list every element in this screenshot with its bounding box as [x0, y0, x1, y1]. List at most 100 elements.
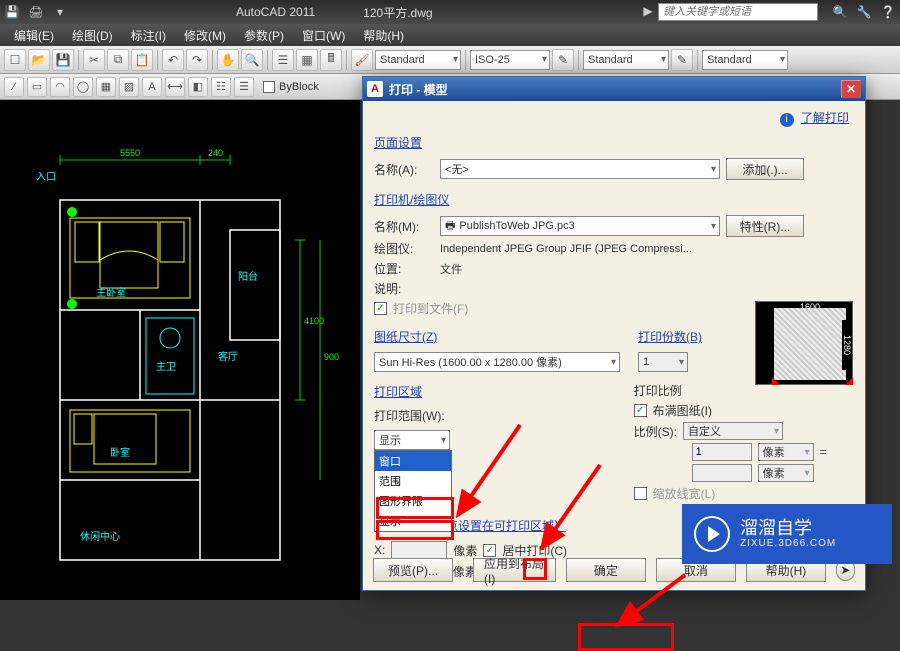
- where-value: 文件: [440, 261, 462, 277]
- watermark-brand: 溜溜自学: [740, 519, 836, 539]
- range-option-extents[interactable]: 范围: [375, 471, 451, 491]
- copies-spinner[interactable]: 1: [638, 352, 688, 372]
- menu-modify[interactable]: 修改(M): [176, 25, 234, 46]
- tool-save-icon[interactable]: 💾: [52, 49, 74, 71]
- watermark-sub: ZIXUE.3D66.COM: [740, 538, 836, 549]
- byblock-check[interactable]: ByBlock: [263, 81, 319, 93]
- range-option-limits[interactable]: 图形界限: [375, 491, 451, 511]
- t2-hatch-icon[interactable]: ▨: [119, 77, 139, 97]
- offset-x-input[interactable]: [391, 541, 447, 559]
- drawing-viewport[interactable]: 5550 240 入口 主卧室 阳台 主卫 客厅 卧室 休闲中心 4100 90…: [0, 100, 360, 600]
- menu-parametric[interactable]: 参数(P): [236, 25, 292, 46]
- fit-label: 布满图纸(I): [653, 402, 712, 419]
- fit-check[interactable]: [634, 404, 647, 417]
- highlight-ok-button: [578, 623, 674, 651]
- room-bath: 主卫: [156, 361, 176, 373]
- print-range-dropdown[interactable]: 窗口 范围 图形界限 显示: [374, 450, 452, 532]
- print-icon[interactable]: 🖨: [28, 4, 44, 20]
- menu-dimension[interactable]: 标注(I): [123, 25, 174, 46]
- apply-button[interactable]: 应用到布局(I): [473, 558, 556, 582]
- papersize-select[interactable]: Sun Hi-Res (1600.00 x 1280.00 像素): [374, 352, 620, 372]
- combo-standard-2[interactable]: Standard: [583, 50, 669, 70]
- save-icon[interactable]: 💾: [4, 4, 20, 20]
- learn-print-link[interactable]: 了解打印: [801, 111, 849, 125]
- tool-props-icon[interactable]: ☰: [272, 49, 294, 71]
- menu-help[interactable]: 帮助(H): [355, 25, 412, 46]
- tool-zoom-icon[interactable]: 🔍: [241, 49, 263, 71]
- search-input[interactable]: [658, 3, 818, 21]
- tool-dim-icon[interactable]: ✎: [552, 49, 574, 71]
- dropdown-icon[interactable]: ▾: [52, 4, 68, 20]
- where-label: 位置:: [374, 260, 434, 277]
- wrench-icon[interactable]: 🔧: [856, 4, 872, 20]
- tool-open-icon[interactable]: 📂: [28, 49, 50, 71]
- page-setup-group: 页面设置 名称(A): <无> 添加(.)...: [373, 133, 855, 184]
- combo-standard-3[interactable]: Standard: [702, 50, 788, 70]
- watermark: 溜溜自学 ZIXUE.3D66.COM: [682, 504, 892, 564]
- tool-new-icon[interactable]: ☐: [4, 49, 26, 71]
- scale-bot-input: [692, 464, 752, 482]
- menu-bar: 编辑(E) 绘图(D) 标注(I) 修改(M) 参数(P) 窗口(W) 帮助(H…: [0, 24, 900, 46]
- title-bar: 💾 🖨 ▾ AutoCAD 2011 120平方.dwg ▶ 🔍 🔧 ❔: [0, 0, 900, 24]
- print-range-select[interactable]: 显示: [374, 430, 450, 450]
- dim-5550: 5550: [120, 148, 140, 158]
- tool-sheet-icon[interactable]: ▦: [296, 49, 318, 71]
- t2-grid-icon[interactable]: ▦: [96, 77, 116, 97]
- offset-x-label: X:: [374, 543, 385, 557]
- room-balcony: 阳台: [238, 270, 258, 283]
- tool-calc-icon[interactable]: 🖩: [320, 49, 342, 71]
- tool-pan-icon[interactable]: ✋: [217, 49, 239, 71]
- ok-button[interactable]: 确定: [566, 558, 646, 582]
- menu-window[interactable]: 窗口(W): [294, 25, 353, 46]
- pagesetup-name-select[interactable]: <无>: [440, 159, 720, 179]
- help-icon[interactable]: ❔: [880, 4, 896, 20]
- tool-layer-icon[interactable]: ✎: [671, 49, 693, 71]
- copies-header: 打印份数(B): [638, 328, 702, 345]
- room-leisure: 休闲中心: [80, 530, 120, 543]
- range-option-display[interactable]: 显示: [375, 511, 451, 531]
- tool-copy-icon[interactable]: ⧉: [107, 49, 129, 71]
- t2-table-icon[interactable]: ☷: [211, 77, 231, 97]
- tool-cut-icon[interactable]: ✂: [83, 49, 105, 71]
- tool-redo-icon[interactable]: ↷: [186, 49, 208, 71]
- binoculars-icon[interactable]: 🔍: [832, 4, 848, 20]
- close-button[interactable]: ✕: [841, 80, 861, 98]
- printer-header: 打印机/绘图仪: [374, 191, 449, 208]
- plotter-label: 绘图仪:: [374, 240, 434, 257]
- t2-more-icon[interactable]: ☰: [234, 77, 254, 97]
- room-entry: 入口: [36, 172, 56, 183]
- plotter-value: Independent JPEG Group JFIF (JPEG Compre…: [440, 243, 692, 255]
- play-icon: [694, 516, 730, 552]
- tool-brush-icon[interactable]: 🖌: [351, 49, 373, 71]
- tool-paste-icon[interactable]: 📋: [131, 49, 153, 71]
- t2-dim-icon[interactable]: ⟷: [165, 77, 185, 97]
- t2-circle-icon[interactable]: ◯: [73, 77, 93, 97]
- paper-preview: 1600 1280: [755, 301, 853, 385]
- info-icon: i: [780, 113, 794, 127]
- desc-label: 说明:: [374, 280, 434, 297]
- t2-line-icon[interactable]: ∕: [4, 77, 24, 97]
- menu-draw[interactable]: 绘图(D): [64, 25, 121, 46]
- checkbox-icon: [263, 81, 275, 93]
- t2-box-icon[interactable]: ▭: [27, 77, 47, 97]
- scale-top-unit: 像素: [758, 443, 814, 461]
- help-search[interactable]: ▶: [643, 3, 818, 21]
- t2-block-icon[interactable]: ◧: [188, 77, 208, 97]
- room-living: 客厅: [218, 350, 238, 363]
- properties-button[interactable]: 特性(R)...: [726, 215, 804, 237]
- add-button[interactable]: 添加(.)...: [726, 158, 804, 180]
- dialog-titlebar[interactable]: A 打印 - 模型 ✕: [363, 77, 865, 101]
- t2-text-icon[interactable]: A: [142, 77, 162, 97]
- combo-iso[interactable]: ISO-25: [470, 50, 550, 70]
- range-option-window[interactable]: 窗口: [375, 451, 451, 471]
- autocad-icon: A: [367, 81, 383, 97]
- combo-standard-1[interactable]: Standard: [375, 50, 461, 70]
- ratio-label: 比例(S):: [634, 423, 677, 440]
- printer-name-select[interactable]: 🖶 PublishToWeb JPG.pc3: [440, 216, 720, 236]
- menu-edit[interactable]: 编辑(E): [6, 25, 62, 46]
- t2-arc-icon[interactable]: ◠: [50, 77, 70, 97]
- byblock-label: ByBlock: [279, 81, 319, 93]
- pagesetup-name-label: 名称(A):: [374, 161, 434, 178]
- preview-button[interactable]: 预览(P)...: [373, 558, 453, 582]
- tool-undo-icon[interactable]: ↶: [162, 49, 184, 71]
